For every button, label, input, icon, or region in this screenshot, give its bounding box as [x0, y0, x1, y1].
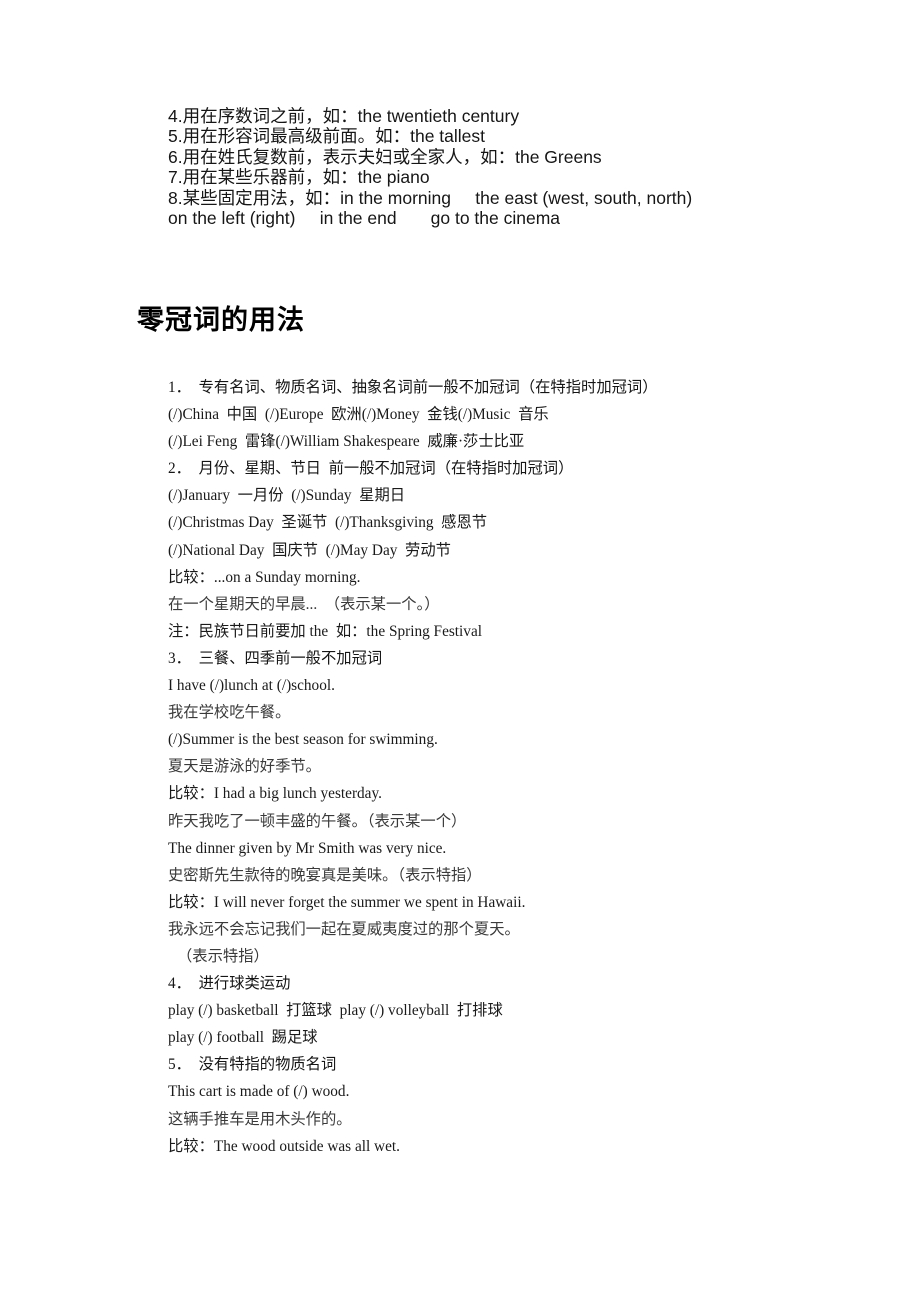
example-line: play (/) basketball 打篮球 play (/) volleyb…	[168, 1002, 503, 1020]
comparison-line: 比较：The wood outside was all wet.	[168, 1137, 400, 1155]
translation-line: 这辆手推车是用木头作的。	[168, 1110, 352, 1128]
translation-line: 我永远不会忘记我们一起在夏威夷度过的那个夏天。	[168, 920, 520, 938]
note-line: 注：民族节日前要加 the 如：the Spring Festival	[168, 622, 482, 640]
example-line: This cart is made of (/) wood.	[168, 1083, 350, 1101]
top-rules-section: 4.用在序数词之前，如：the twentieth century 5.用在形容…	[168, 106, 868, 228]
zero-article-rules-section: 1． 专有名词、物质名词、抽象名词前一般不加冠词（在特指时加冠词） (/)Chi…	[168, 374, 888, 1160]
rule-heading: 5． 没有特指的物质名词	[168, 1056, 337, 1074]
rule-heading: 2． 月份、星期、节日 前一般不加冠词（在特指时加冠词）	[168, 460, 574, 478]
example-line: (/)January 一月份 (/)Sunday 星期日	[168, 487, 406, 505]
translation-line: 我在学校吃午餐。	[168, 704, 291, 722]
example-line: The dinner given by Mr Smith was very ni…	[168, 839, 447, 857]
comparison-line: 比较：I will never forget the summer we spe…	[168, 893, 526, 911]
top-rule-line: 5.用在形容词最高级前面。如：the tallest	[168, 126, 485, 147]
document-page: 4.用在序数词之前，如：the twentieth century 5.用在形容…	[0, 0, 920, 1302]
translation-line: 夏天是游泳的好季节。	[168, 758, 321, 776]
example-line: (/)National Day 国庆节 (/)May Day 劳动节	[168, 541, 451, 559]
translation-line: 史密斯先生款待的晚宴真是美味。（表示特指）	[168, 866, 482, 884]
example-line: (/)Summer is the best season for swimmin…	[168, 731, 438, 749]
annotation-line: （表示特指）	[177, 947, 269, 965]
top-rule-line: on the left (right) in the end go to the…	[168, 208, 561, 229]
example-line: (/)Lei Feng 雷锋(/)William Shakespeare 威廉·…	[168, 433, 525, 451]
rule-heading: 3． 三餐、四季前一般不加冠词	[168, 649, 383, 667]
page-title: 零冠词的用法	[137, 305, 305, 335]
comparison-line: 比较：I had a big lunch yesterday.	[168, 785, 382, 803]
comparison-line: 比较：...on a Sunday morning.	[168, 568, 361, 586]
top-rule-line: 7.用在某些乐器前，如：the piano	[168, 167, 430, 188]
example-line: I have (/)lunch at (/)school.	[168, 677, 335, 695]
top-rule-line: 8.某些固定用法，如：in the morning the east (west…	[168, 187, 693, 208]
top-rule-line: 4.用在序数词之前，如：the twentieth century	[168, 106, 520, 126]
top-rule-line: 6.用在姓氏复数前，表示夫妇或全家人，如：the Greens	[168, 146, 602, 167]
example-line: (/)Christmas Day 圣诞节 (/)Thanksgiving 感恩节	[168, 514, 488, 532]
example-line: (/)China 中国 (/)Europe 欧洲(/)Money 金钱(/)Mu…	[168, 406, 549, 424]
rule-heading: 4． 进行球类运动	[168, 975, 291, 993]
example-line: play (/) football 踢足球	[168, 1029, 318, 1047]
translation-line: 昨天我吃了一顿丰盛的午餐。（表示某一个）	[168, 812, 467, 830]
rule-heading: 1． 专有名词、物质名词、抽象名词前一般不加冠词（在特指时加冠词）	[168, 379, 658, 396]
translation-line: 在一个星期天的早晨... （表示某一个。）	[168, 595, 440, 613]
